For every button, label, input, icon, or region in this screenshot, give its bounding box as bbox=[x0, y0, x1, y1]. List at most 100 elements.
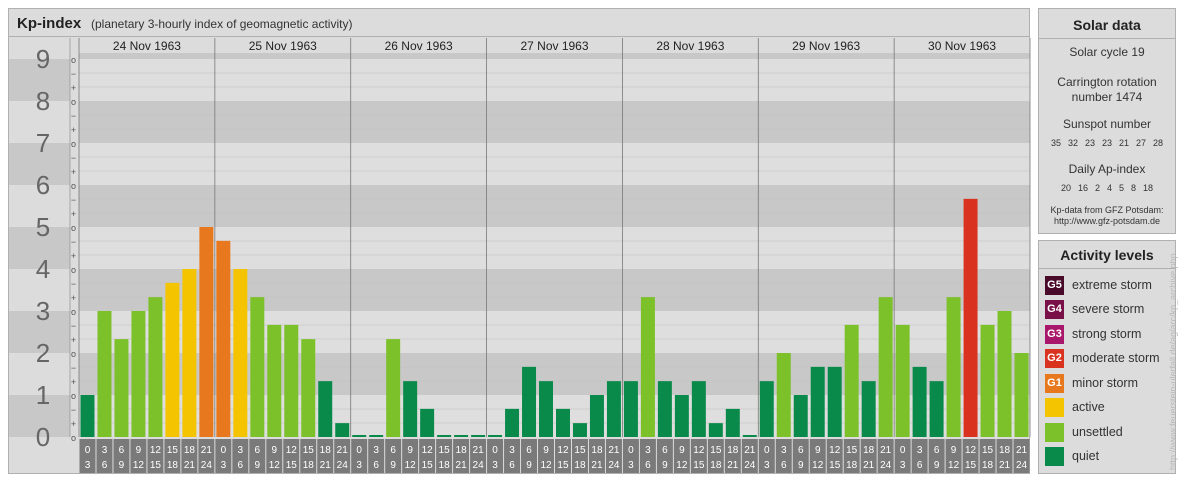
interval-end-label: 6 bbox=[781, 460, 787, 471]
legend-item-g4: G4 severe storm bbox=[1045, 299, 1144, 319]
interval-start-label: 12 bbox=[150, 445, 162, 456]
kp-bar bbox=[759, 381, 774, 437]
kp-bar bbox=[895, 324, 910, 437]
interval-end-label: 24 bbox=[473, 460, 485, 471]
interval-start-label: 21 bbox=[744, 445, 756, 456]
legend-label: strong storm bbox=[1072, 327, 1142, 341]
interval-start-label: 18 bbox=[184, 445, 196, 456]
kp-bar bbox=[284, 324, 299, 437]
interval-end-label: 18 bbox=[846, 460, 858, 471]
interval-end-label: 21 bbox=[184, 460, 196, 471]
interval-start-label: 18 bbox=[456, 445, 468, 456]
interval-end-label: 24 bbox=[608, 460, 620, 471]
interval-end-label: 24 bbox=[201, 460, 213, 471]
kp-bar bbox=[657, 381, 672, 437]
interval-start-label: 15 bbox=[710, 445, 722, 456]
y-sub-mark: o bbox=[71, 55, 76, 65]
interval-end-label: 6 bbox=[509, 460, 515, 471]
y-sub-mark: o bbox=[71, 265, 76, 275]
interval-start-label: 15 bbox=[982, 445, 994, 456]
interval-end-label: 3 bbox=[900, 460, 906, 471]
kp-bar bbox=[522, 366, 537, 437]
kp-bar bbox=[182, 269, 197, 437]
sunspot-value: 27 bbox=[1136, 138, 1147, 148]
interval-start-label: 12 bbox=[693, 445, 705, 456]
y-sub-mark: + bbox=[71, 419, 76, 429]
y-sub-mark: o bbox=[71, 97, 76, 107]
credit-link[interactable]: http://www.gfz-potsdam.de bbox=[1039, 216, 1175, 227]
interval-end-label: 24 bbox=[1016, 460, 1028, 471]
legend-swatch bbox=[1045, 422, 1064, 442]
y-sub-mark: + bbox=[71, 167, 76, 177]
y-band bbox=[79, 53, 1030, 59]
interval-end-label: 15 bbox=[150, 460, 162, 471]
kp-bar bbox=[878, 297, 893, 437]
interval-end-label: 15 bbox=[422, 460, 434, 471]
kp-bar bbox=[471, 435, 486, 437]
y-tick-label: 2 bbox=[36, 338, 50, 368]
interval-end-label: 6 bbox=[645, 460, 651, 471]
interval-end-label: 18 bbox=[303, 460, 315, 471]
interval-end-label: 6 bbox=[917, 460, 923, 471]
kp-bar bbox=[131, 311, 146, 437]
interval-end-label: 6 bbox=[102, 460, 108, 471]
interval-start-label: 9 bbox=[407, 445, 413, 456]
legend-label: severe storm bbox=[1072, 302, 1145, 316]
interval-start-label: 21 bbox=[880, 445, 892, 456]
kp-bar bbox=[997, 311, 1012, 437]
interval-end-label: 24 bbox=[880, 460, 892, 471]
kp-bar bbox=[97, 311, 112, 437]
interval-end-label: 9 bbox=[798, 460, 804, 471]
interval-start-label: 12 bbox=[422, 445, 434, 456]
activity-legend-panel: Activity levels G5 extreme storm G4 seve… bbox=[1038, 240, 1176, 474]
solar-data-panel: Solar data Solar cycle 19 Carrington rot… bbox=[1038, 8, 1176, 234]
y-sub-mark: + bbox=[71, 293, 76, 303]
interval-end-label: 6 bbox=[373, 460, 379, 471]
y-tick-label: 5 bbox=[36, 212, 50, 242]
legend-label: quiet bbox=[1072, 449, 1100, 463]
interval-start-label: 3 bbox=[917, 445, 923, 456]
kp-bar bbox=[793, 395, 808, 437]
interval-start-label: 21 bbox=[201, 445, 213, 456]
interval-start-label: 3 bbox=[781, 445, 787, 456]
ap-value: 18 bbox=[1143, 183, 1154, 193]
interval-start-label: 0 bbox=[900, 445, 906, 456]
interval-start-label: 21 bbox=[473, 445, 485, 456]
kp-bar bbox=[1014, 353, 1029, 437]
y-band bbox=[79, 59, 1030, 101]
kp-bar bbox=[606, 381, 621, 437]
solar-cycle: Solar cycle 19 bbox=[1069, 45, 1145, 59]
interval-end-label: 3 bbox=[356, 460, 362, 471]
legend-swatch: G2 bbox=[1045, 348, 1064, 368]
y-sub-mark: − bbox=[71, 153, 76, 163]
legend-swatch bbox=[1045, 397, 1064, 417]
kp-bar bbox=[454, 435, 469, 437]
interval-start-label: 0 bbox=[628, 445, 634, 456]
y-band bbox=[79, 185, 1030, 227]
interval-start-label: 9 bbox=[951, 445, 957, 456]
day-label: 25 Nov 1963 bbox=[249, 39, 317, 53]
kp-bar bbox=[861, 381, 876, 437]
ap-values: 20 16 2 4 5 8 18 bbox=[1039, 183, 1175, 193]
y-sub-mark: + bbox=[71, 209, 76, 219]
interval-start-label: 9 bbox=[543, 445, 549, 456]
source-watermark: http://www.feuerstein-ulerfall.de/ag/arc… bbox=[1168, 253, 1178, 470]
interval-end-label: 15 bbox=[829, 460, 841, 471]
interval-start-label: 0 bbox=[356, 445, 362, 456]
ap-value: 20 bbox=[1060, 183, 1071, 193]
legend-item-quiet: quiet bbox=[1045, 446, 1099, 466]
kp-bar bbox=[912, 366, 927, 437]
y-tick-label: 9 bbox=[36, 44, 50, 74]
interval-end-label: 21 bbox=[591, 460, 603, 471]
interval-start-label: 12 bbox=[286, 445, 298, 456]
interval-start-label: 6 bbox=[798, 445, 804, 456]
interval-start-label: 3 bbox=[373, 445, 379, 456]
kp-bar bbox=[301, 339, 316, 437]
interval-end-label: 9 bbox=[390, 460, 396, 471]
legend-item-g2: G2 moderate storm bbox=[1045, 348, 1160, 368]
sunspot-values: 35 32 23 23 21 27 28 bbox=[1039, 138, 1175, 148]
interval-end-label: 9 bbox=[662, 460, 668, 471]
y-band bbox=[79, 101, 1030, 143]
kp-bar bbox=[539, 381, 553, 437]
interval-end-label: 21 bbox=[863, 460, 875, 471]
